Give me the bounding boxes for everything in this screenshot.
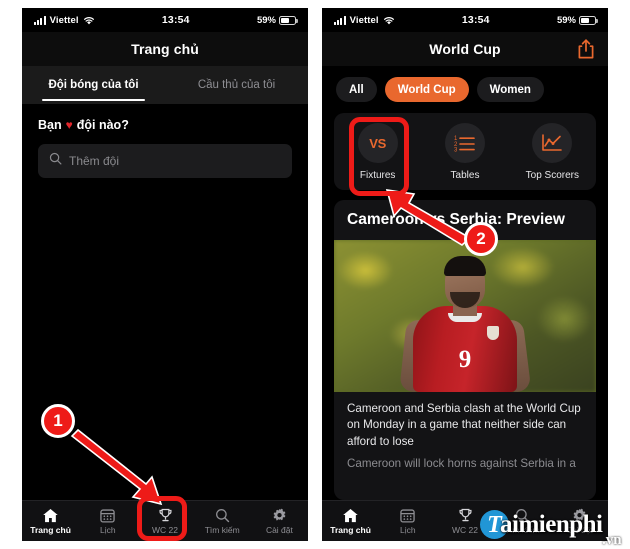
tab-my-players[interactable]: Cầu thủ của tôi: [165, 66, 308, 104]
jersey-crest: [487, 325, 499, 340]
battery-icon: [278, 15, 298, 25]
battery-icon: [578, 15, 598, 25]
player-hair: [444, 255, 486, 276]
chip-world-cup-label: World Cup: [397, 83, 456, 96]
tab-my-players-label: Cầu thủ của tôi: [197, 79, 276, 91]
watermark-tld: .vn: [602, 532, 622, 548]
status-bar-right: Viettel 13:54 59%: [322, 8, 608, 32]
watermark-name: aimienphi: [500, 511, 603, 538]
tab-trang-chu-label: Trang chủ: [330, 524, 371, 535]
search-icon: [49, 152, 62, 170]
annotation-badge-1: 1: [41, 404, 75, 438]
screenshot-stage: Viettel 13:54 59% Trang chủ Đội bóng của…: [0, 0, 630, 549]
left-nav-bar: Trang chủ: [22, 32, 308, 66]
chip-world-cup[interactable]: World Cup: [384, 77, 469, 102]
left-content-area: Bạn ♥ đội nào? Thêm đội: [22, 104, 308, 500]
svg-text:3: 3: [454, 147, 458, 152]
signal-bars-icon: [34, 15, 46, 25]
status-bar-left: Viettel 13:54 59%: [22, 8, 308, 32]
home-icon: [43, 508, 58, 522]
signal-bars-icon: [334, 15, 346, 25]
tab-lich[interactable]: Lịch: [379, 508, 436, 535]
tab-my-teams-label: Đội bóng của tôi: [48, 79, 139, 91]
highlight-wc22-tab: [137, 496, 187, 541]
wifi-icon: [83, 16, 95, 25]
wifi-icon: [383, 16, 395, 25]
tab-trang-chu[interactable]: Trang chủ: [22, 508, 79, 535]
heart-icon: ♥: [65, 118, 73, 132]
tab-cai-dat-label: Cài đặt: [265, 524, 293, 535]
trophy-icon: [458, 508, 472, 521]
favourites-prompt: Bạn ♥ đội nào?: [22, 104, 308, 132]
page-title: Trang chủ: [131, 41, 199, 57]
carrier-label: Viettel: [349, 14, 379, 26]
chip-women[interactable]: Women: [476, 77, 544, 102]
annotation-badge-1-label: 1: [53, 411, 63, 430]
tab-my-teams[interactable]: Đội bóng của tôi: [22, 66, 165, 104]
chip-all-label: All: [349, 83, 364, 96]
top-scorers-button[interactable]: Top Scorers: [509, 123, 596, 181]
add-team-placeholder: Thêm đội: [69, 154, 120, 168]
battery-percent: 59%: [256, 14, 276, 26]
article-photo: 9: [334, 239, 596, 392]
calendar-icon: [100, 508, 116, 523]
left-phone-screenshot: Viettel 13:54 59% Trang chủ Đội bóng của…: [22, 8, 308, 541]
tab-wc22-label: WC 22: [452, 524, 478, 535]
article-summary: Cameroon and Serbia clash at the World C…: [347, 401, 581, 448]
gear-icon: [273, 508, 286, 520]
share-icon[interactable]: [576, 38, 596, 60]
right-nav-bar: World Cup: [322, 32, 608, 66]
page-title: World Cup: [429, 41, 501, 57]
annotation-badge-2: 2: [464, 222, 498, 256]
jersey-number: 9: [458, 345, 472, 373]
favourites-prompt-after: đội nào?: [76, 118, 129, 132]
tab-lich-label: Lịch: [400, 524, 416, 535]
segmented-tabs: Đội bóng của tôi Cầu thủ của tôi: [22, 66, 308, 104]
home-icon: [343, 508, 358, 522]
battery-percent: 59%: [556, 14, 576, 26]
tab-lich-label: Lịch: [100, 524, 116, 535]
tab-tim-kiem-label: Tìm kiếm: [204, 524, 240, 535]
favourites-prompt-before: Bạn: [38, 118, 62, 132]
numbered-list-icon: 1 2 3: [444, 123, 485, 163]
top-scorers-label: Top Scorers: [525, 170, 579, 181]
tables-button[interactable]: 1 2 3 Tables: [421, 123, 508, 181]
tab-trang-chu-label: Trang chủ: [30, 524, 71, 535]
add-team-search-field[interactable]: Thêm đội: [38, 144, 292, 178]
chip-women-label: Women: [489, 83, 531, 96]
search-icon: [215, 508, 229, 522]
tab-cai-dat[interactable]: Cài đặt: [251, 508, 308, 535]
tables-label: Tables: [450, 170, 480, 181]
tab-tim-kiem[interactable]: Tìm kiếm: [194, 508, 251, 535]
tab-lich[interactable]: Lịch: [79, 508, 136, 535]
status-clock: 13:54: [161, 14, 190, 26]
right-phone-screenshot: Viettel 13:54 59% World Cup All World Cu…: [322, 8, 608, 541]
article-summary-cut: Cameroon will lock horns against Serbia …: [347, 457, 576, 471]
carrier-label: Viettel: [49, 14, 79, 26]
chip-all[interactable]: All: [336, 77, 377, 102]
highlight-fixtures-button: [349, 117, 409, 196]
annotation-badge-2-label: 2: [476, 229, 486, 248]
status-clock: 13:54: [461, 14, 490, 26]
player-figure: 9: [399, 255, 532, 392]
calendar-icon: [400, 508, 416, 523]
competition-filter-chips: All World Cup Women: [322, 66, 608, 113]
line-chart-icon: [532, 123, 573, 163]
tab-trang-chu[interactable]: Trang chủ: [322, 508, 379, 535]
